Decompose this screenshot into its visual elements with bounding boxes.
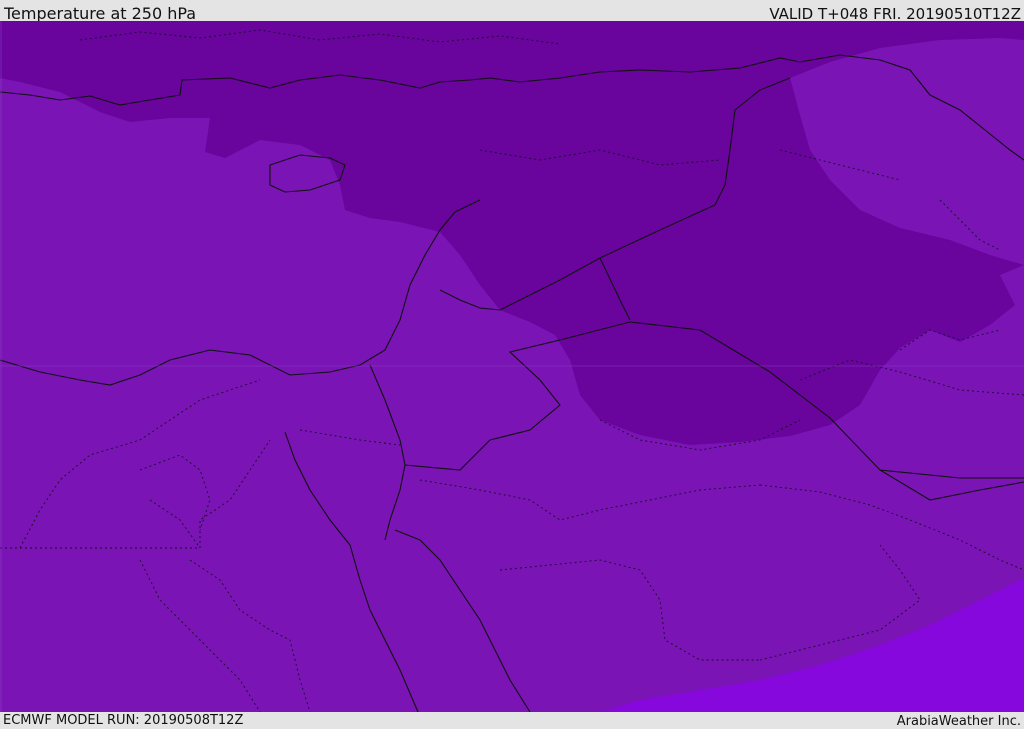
header-bar: Temperature at 250 hPa VALID T+048 FRI. … xyxy=(0,0,1024,23)
footer-bar: ECMWF MODEL RUN: 20190508T12Z ArabiaWeat… xyxy=(0,712,1024,729)
credit-label: ArabiaWeather Inc. xyxy=(896,714,1021,729)
temperature-map[interactable] xyxy=(0,21,1024,712)
model-run-label: ECMWF MODEL RUN: 20190508T12Z xyxy=(3,713,244,728)
